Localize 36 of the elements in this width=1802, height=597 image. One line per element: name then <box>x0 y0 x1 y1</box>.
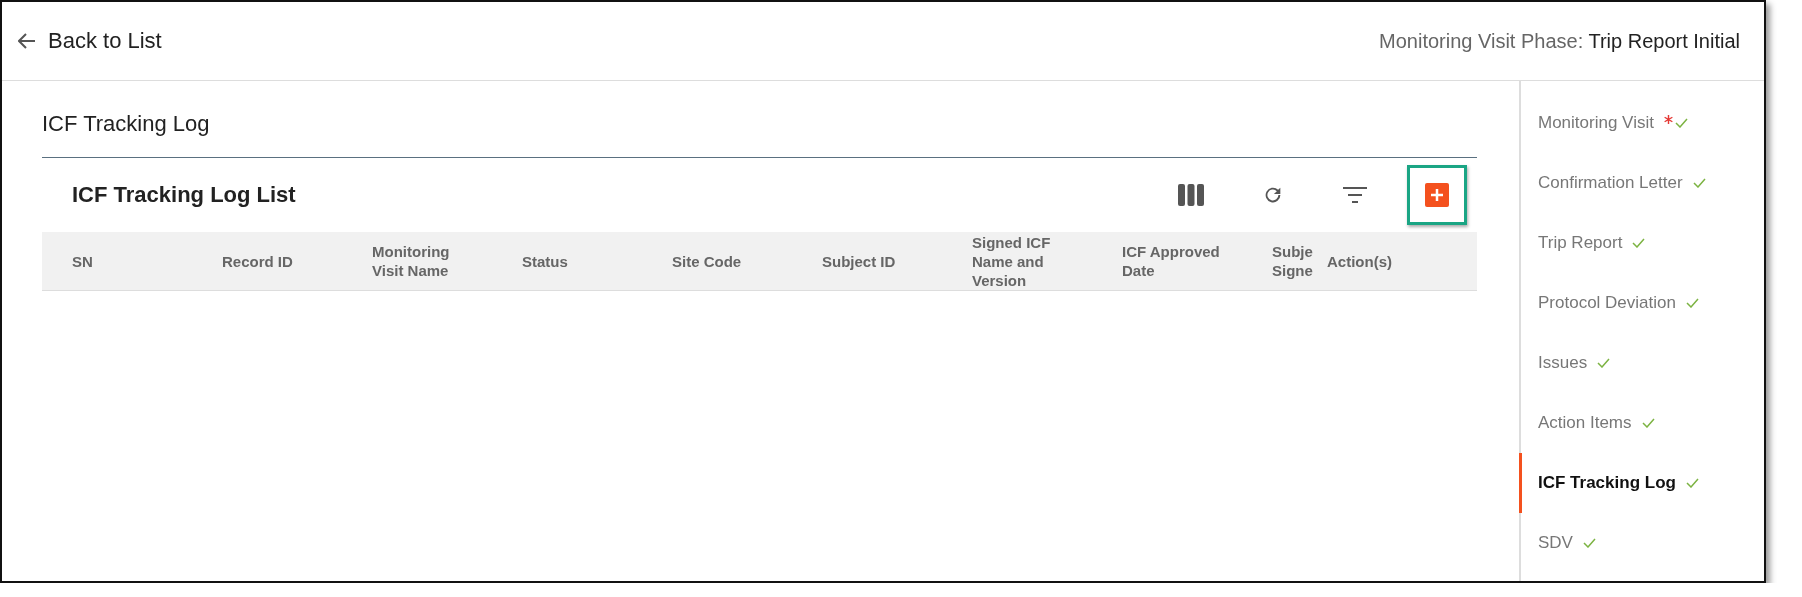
sidebar-item[interactable]: Monitoring Visit <box>1519 93 1764 153</box>
check-icon <box>1674 118 1688 128</box>
asterisk-icon <box>1663 115 1673 124</box>
column-header: ICF Approved Date <box>1122 242 1221 280</box>
column-header: Record ID <box>222 251 294 271</box>
check-icon <box>1692 178 1706 188</box>
back-link[interactable]: Back to List <box>18 28 162 54</box>
check-icon <box>1632 238 1646 248</box>
column-header: Monitoring Visit Name <box>372 242 451 280</box>
column-header: Action(s) <box>1327 251 1393 271</box>
sidebar-item[interactable]: Issues <box>1519 333 1764 393</box>
column-header: Subject ID <box>822 251 897 271</box>
check-icon <box>1685 298 1699 308</box>
add-button[interactable] <box>1407 165 1467 225</box>
column-header: SN <box>72 251 94 271</box>
sidebar-item[interactable]: Action Items <box>1519 393 1764 453</box>
column-header: Site Code <box>672 251 743 271</box>
sidebar-item[interactable]: Trip Report <box>1519 213 1764 273</box>
filter-icon <box>1343 187 1367 203</box>
sidebar-item[interactable]: ICF Tracking Log <box>1519 453 1764 513</box>
column-header: Subje Signe <box>1272 242 1314 280</box>
columns-icon <box>1178 184 1204 206</box>
column-header: Signed ICF Name and Version <box>972 232 1052 290</box>
list-title: ICF Tracking Log List <box>72 182 296 208</box>
check-icon <box>1582 538 1596 548</box>
check-icon <box>1685 478 1699 488</box>
sidebar-item[interactable]: SDV <box>1519 513 1764 573</box>
check-icon <box>1641 418 1655 428</box>
check-icon <box>1597 358 1611 368</box>
phase-text: Monitoring Visit Phase: Trip Report Initial <box>1379 29 1740 53</box>
plus-icon <box>1425 183 1449 207</box>
sidebar-item[interactable]: Confirmation Letter <box>1519 153 1764 213</box>
back-arrow-icon <box>18 33 36 49</box>
sidebar-item[interactable]: Protocol Deviation <box>1519 273 1764 333</box>
column-header: Status <box>522 251 569 271</box>
section-title: ICF Tracking Log <box>42 81 1477 158</box>
